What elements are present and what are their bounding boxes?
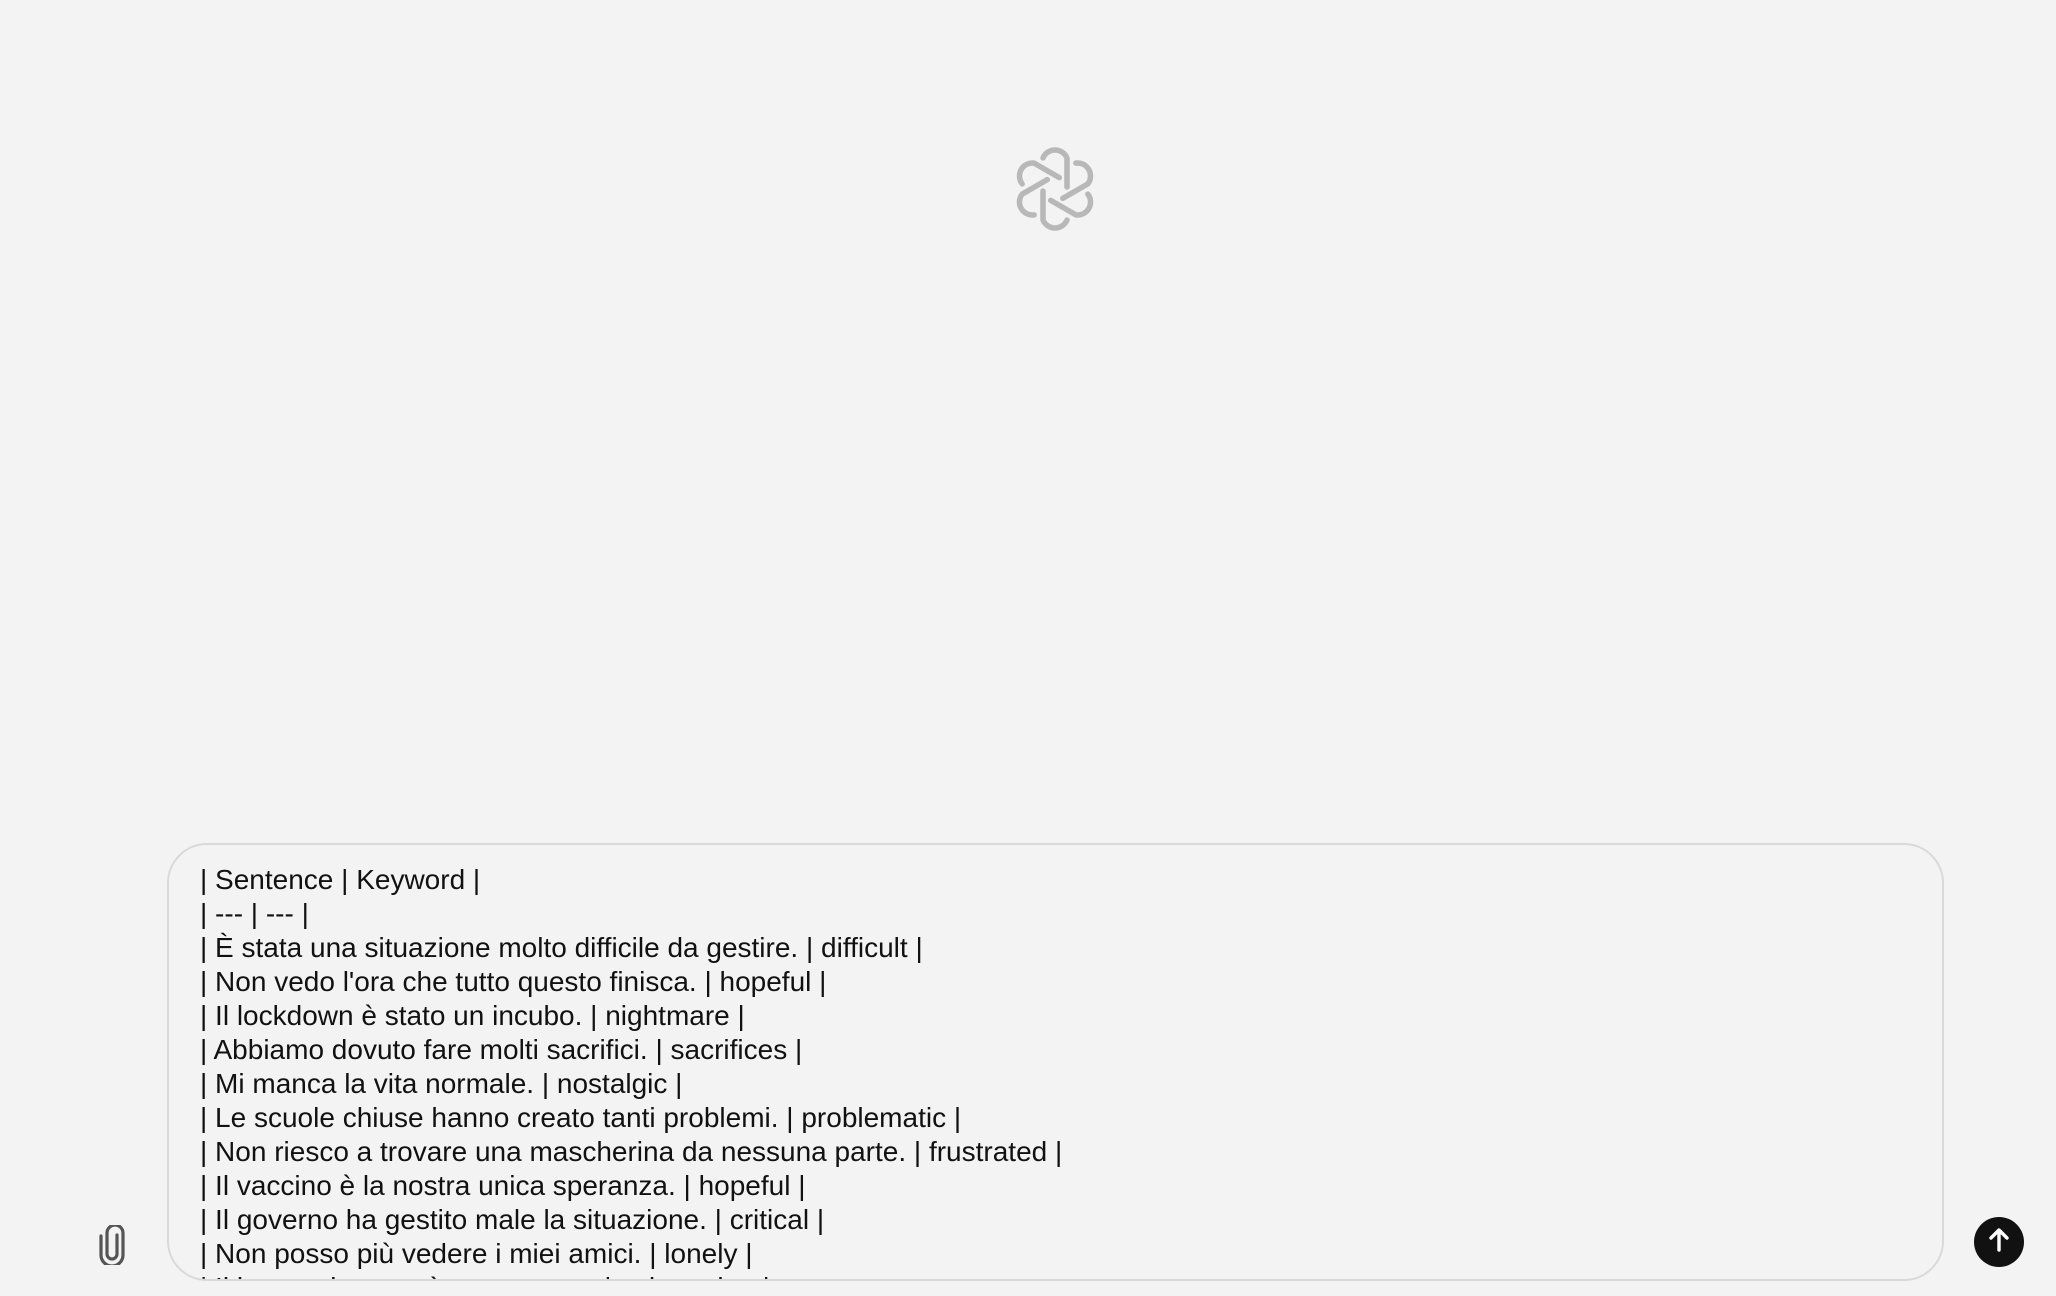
arrow-up-icon — [1984, 1225, 2014, 1260]
openai-logo-icon — [1007, 141, 1103, 237]
send-button[interactable] — [1974, 1217, 2024, 1267]
message-input[interactable]: | Sentence | Keyword | | --- | --- | | È… — [200, 863, 1911, 1279]
composer-line: | Le scuole chiuse hanno creato tanti pr… — [200, 1102, 962, 1133]
message-composer[interactable]: | Sentence | Keyword | | --- | --- | | È… — [167, 843, 1944, 1281]
composer-line: | --- | --- | — [200, 898, 309, 929]
composer-line: | Non vedo l'ora che tutto questo finisc… — [200, 966, 827, 997]
composer-line: | Abbiamo dovuto fare molti sacrifici. |… — [200, 1034, 803, 1065]
composer-line: | Il lockdown è stato un incubo. | night… — [200, 1000, 745, 1031]
chat-screen: | Sentence | Keyword | | --- | --- | | È… — [0, 0, 2056, 1296]
composer-line: | Non posso più vedere i miei amici. | l… — [200, 1238, 753, 1269]
paperclip-icon — [97, 1222, 127, 1270]
composer-line: | Sentence | Keyword | — [200, 864, 481, 895]
composer-line: | È stata una situazione molto difficile… — [200, 932, 923, 963]
composer-line: | Il governo ha gestito male la situazio… — [200, 1204, 825, 1235]
composer-line: | Mi manca la vita normale. | nostalgic … — [200, 1068, 683, 1099]
composer-line: | Non riesco a trovare una mascherina da… — [200, 1136, 1063, 1167]
attach-file-button[interactable] — [92, 1222, 132, 1270]
composer-line: | Il vaccino è la nostra unica speranza.… — [200, 1170, 806, 1201]
composer-line: | Il lavoro da casa è estenuante. | exha… — [200, 1272, 770, 1279]
